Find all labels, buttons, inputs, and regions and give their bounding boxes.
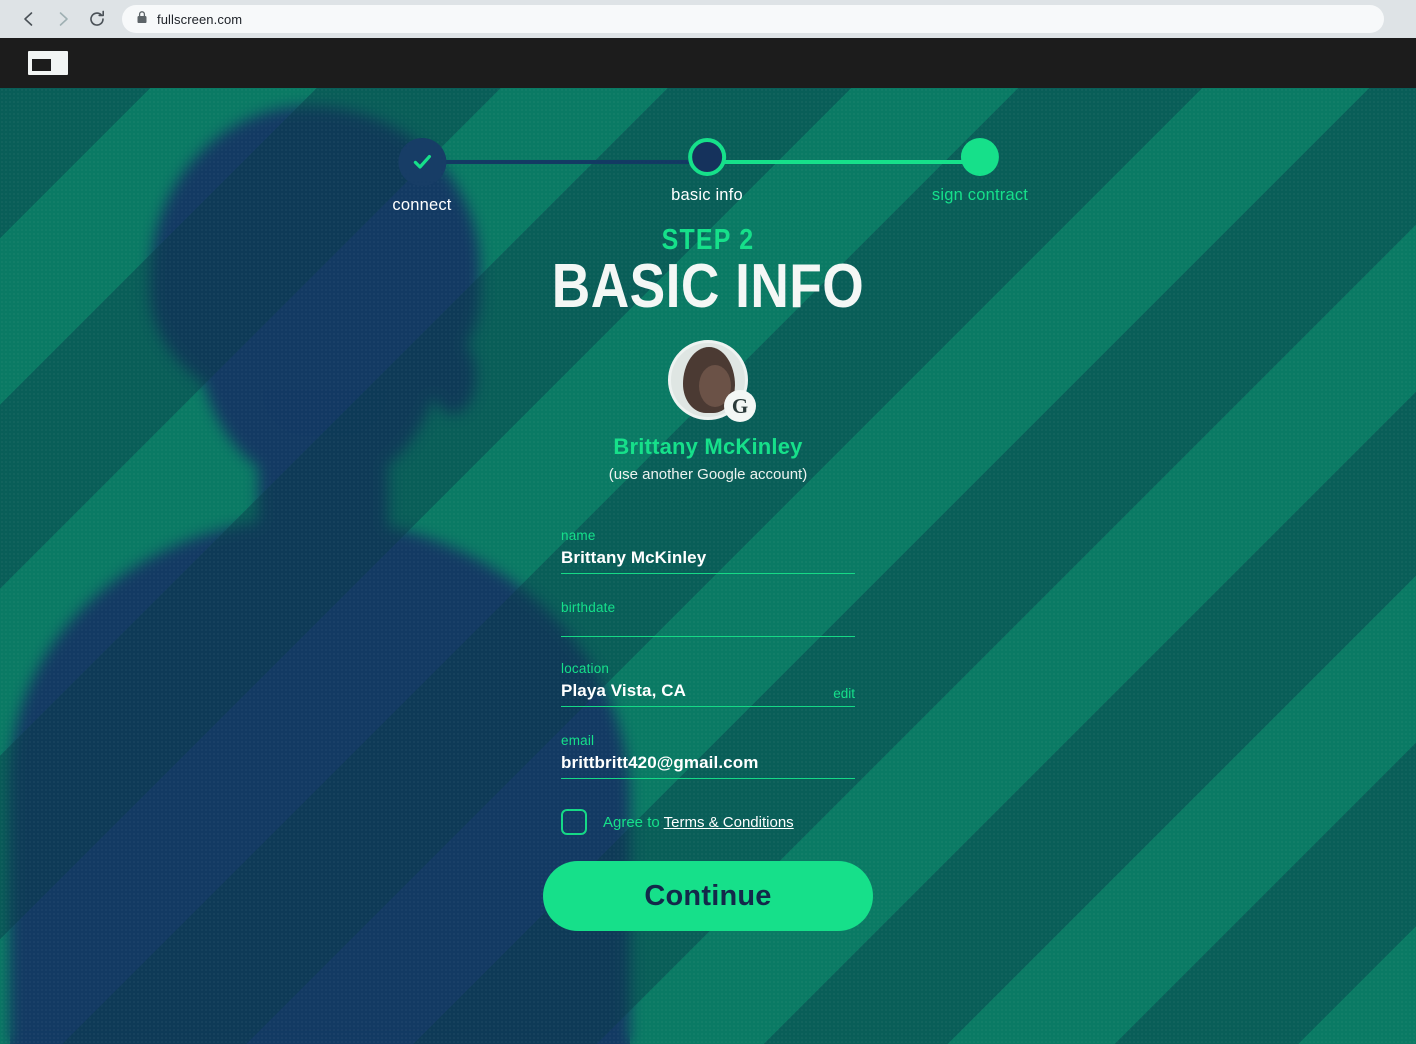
birthdate-input[interactable] [561,620,855,637]
field-email: email brittbritt420@gmail.com [561,733,855,779]
terms-text: Agree to Terms & Conditions [603,814,794,831]
forward-arrow-icon[interactable] [46,2,80,36]
email-input[interactable]: brittbritt420@gmail.com [561,753,855,779]
page-title: BASIC INFO [551,252,865,321]
field-label-email: email [561,733,595,748]
field-label-name: name [561,528,596,543]
progress-stepper: connect basic info sign contract [0,112,1416,214]
location-input[interactable]: Playa Vista, CA edit [561,681,855,707]
lock-icon [136,10,148,29]
page-body: connect basic info sign contract STEP 2 … [0,88,1416,1044]
address-bar[interactable]: fullscreen.com [122,5,1384,33]
field-name: name Brittany McKinley [561,528,855,574]
name-input[interactable]: Brittany McKinley [561,548,855,574]
step-label-connect: connect [392,196,452,214]
edit-location-link[interactable]: edit [833,686,855,701]
terms-and-conditions-link[interactable]: Terms & Conditions [664,814,794,831]
stepper-segment-1 [422,160,707,164]
terms-prefix: Agree to [603,813,664,831]
url-text: fullscreen.com [157,11,243,27]
browser-chrome: fullscreen.com [0,0,1416,38]
reload-icon[interactable] [80,2,114,36]
fullscreen-logo[interactable] [28,51,68,75]
field-value-location: Playa Vista, CA [561,681,686,700]
field-label-location: location [561,661,610,676]
field-birthdate: birthdate [561,600,855,637]
terms-row: Agree to Terms & Conditions [561,809,855,835]
field-value-email: brittbritt420@gmail.com [561,753,759,772]
switch-google-account-link[interactable]: (use another Google account) [609,466,807,483]
field-location: location Playa Vista, CA edit [561,661,855,707]
step-basic-info[interactable]: basic info [671,138,743,205]
account-block: G Brittany McKinley (use another Google … [0,340,1416,483]
account-name: Brittany McKinley [613,434,803,459]
back-arrow-icon[interactable] [12,2,46,36]
basic-info-form: name Brittany McKinley birthdate locatio… [543,528,873,931]
step-label-sign-contract: sign contract [931,186,1029,204]
avatar-wrap: G [668,340,756,422]
check-icon [397,138,446,186]
step-sign-contract[interactable]: sign contract [932,138,1028,205]
step-dot-upcoming [961,138,999,176]
step-label-basic-info: basic info [671,186,743,204]
site-header [0,38,1416,88]
agree-terms-checkbox[interactable] [561,809,587,835]
google-badge-icon: G [724,390,756,422]
step-connect[interactable]: connect [392,138,451,215]
field-value-name: Brittany McKinley [561,548,707,567]
continue-button[interactable]: Continue [543,861,873,931]
field-label-birthdate: birthdate [561,600,616,615]
step-dot-current [688,138,726,176]
